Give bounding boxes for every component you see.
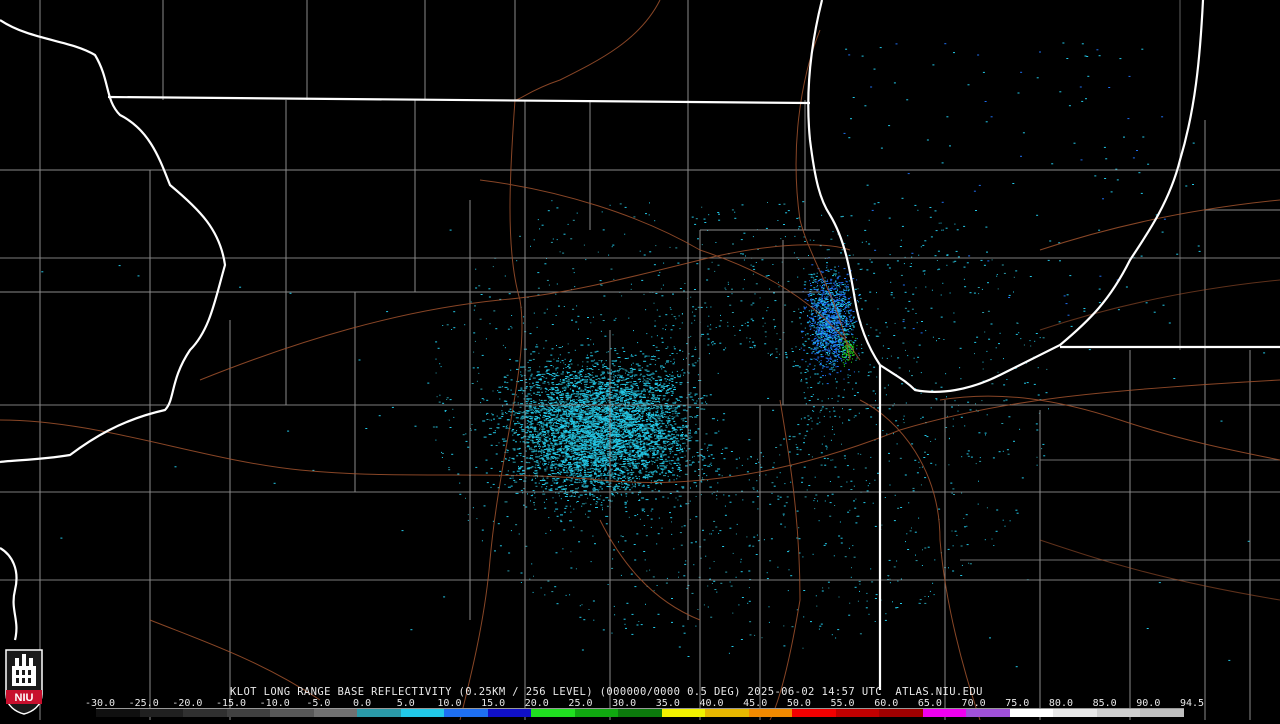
legend-color-cell: [183, 709, 227, 717]
legend-color-cell: [1053, 709, 1097, 717]
legend-color-cell: [922, 709, 967, 717]
legend-color-cell: [400, 709, 445, 717]
legend-color-cell: [618, 709, 662, 717]
county-lines: [0, 0, 1280, 720]
legend-color-cell: [879, 709, 923, 717]
lake-michigan-shoreline: [807, 0, 1205, 393]
legend-color-cell: [1009, 709, 1054, 717]
niu-logo-text: NIU: [15, 692, 34, 704]
legend-color-cell: [792, 709, 836, 717]
base-map: [0, 0, 1280, 721]
legend-color-cell: [270, 709, 314, 717]
legend-color-cell: [313, 709, 358, 717]
reflectivity-echoes: [41, 42, 1266, 668]
legend-color-cell: [226, 709, 271, 717]
legend-color-cell: [1096, 709, 1141, 717]
legend-color-cell: [661, 709, 706, 717]
legend-labels: -30.0 -25.0 -20.0 -15.0 -10.0 -5.0 0.0 5.0 10.0 1…: [85, 698, 1204, 709]
legend-color-cell: [705, 709, 749, 717]
radar-map: [0, 0, 1280, 721]
state-boundaries: [0, 19, 1280, 690]
radar-title-line: KLOT LONG RANGE BASE REFLECTIVITY (0.25K…: [230, 686, 983, 698]
legend-color-cell: [835, 709, 880, 717]
legend-color-cell: [531, 709, 575, 717]
legend-color-cell: [357, 709, 401, 717]
legend-color-cell: [444, 709, 488, 717]
legend-color-cell: [966, 709, 1010, 717]
highway-lines: [0, 0, 1280, 721]
legend-color-cell: [139, 709, 184, 717]
legend-color-cell: [574, 709, 619, 717]
legend-color-cell: [487, 709, 532, 717]
niu-logo: NIU: [2, 646, 46, 716]
legend-color-cell: [748, 709, 793, 717]
legend-color-bar: [96, 708, 1184, 717]
legend-color-cell: [96, 709, 140, 717]
legend-color-cell: [1140, 709, 1184, 717]
